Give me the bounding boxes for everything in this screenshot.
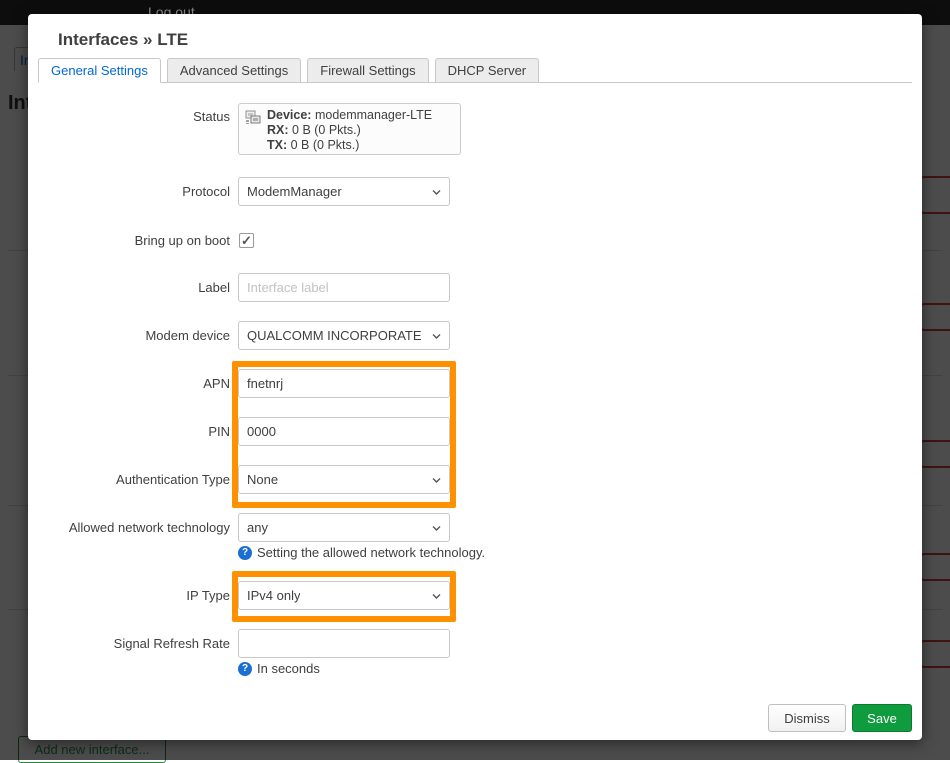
pin-label: PIN	[28, 424, 230, 439]
pin-input[interactable]	[238, 417, 450, 446]
status-tx-line: TX: 0 B (0 Pkts.)	[267, 138, 454, 153]
tx-key: TX:	[267, 138, 287, 152]
ip-type-select[interactable]: IPv4 only	[238, 581, 450, 610]
bring-up-checkbox[interactable]	[239, 233, 254, 248]
device-key: Device:	[267, 108, 311, 122]
status-rx-line: RX: 0 B (0 Pkts.)	[267, 123, 454, 138]
tx-value: 0 B (0 Pkts.)	[291, 138, 360, 152]
dialog-title: Interfaces » LTE	[58, 30, 188, 50]
modem-device-label: Modem device	[28, 328, 230, 343]
network-technology-help: Setting the allowed network technology.	[238, 545, 485, 560]
interface-edit-dialog: Interfaces » LTE General Settings Advanc…	[28, 14, 922, 740]
network-technology-label: Allowed network technology	[28, 520, 230, 535]
status-device-line: Device: modemmanager-LTE	[267, 108, 454, 123]
bring-up-on-boot-label: Bring up on boot	[28, 233, 230, 248]
help-text: Setting the allowed network technology.	[257, 545, 485, 560]
ip-type-value: IPv4 only	[247, 588, 300, 603]
signal-refresh-rate-help: In seconds	[238, 661, 320, 676]
chevron-down-icon	[431, 522, 442, 533]
modem-device-value: QUALCOMM INCORPORATE	[247, 328, 422, 343]
apn-input[interactable]	[238, 369, 450, 398]
interface-label-label: Label	[28, 280, 230, 295]
signal-refresh-rate-input[interactable]	[238, 629, 450, 658]
device-value: modemmanager-LTE	[315, 108, 432, 122]
ip-type-label: IP Type	[28, 588, 230, 603]
chevron-down-icon	[431, 330, 442, 341]
status-label: Status	[28, 109, 230, 124]
rx-key: RX:	[267, 123, 289, 137]
help-icon	[238, 546, 252, 560]
help-icon	[238, 662, 252, 676]
authentication-type-select[interactable]: None	[238, 465, 450, 494]
interface-label-input[interactable]	[238, 273, 450, 302]
signal-refresh-rate-label: Signal Refresh Rate	[28, 636, 230, 651]
network-technology-value: any	[247, 520, 268, 535]
protocol-select[interactable]: ModemManager	[238, 177, 450, 206]
rx-value: 0 B (0 Pkts.)	[292, 123, 361, 137]
protocol-label: Protocol	[28, 184, 230, 199]
help-text: In seconds	[257, 661, 320, 676]
chevron-down-icon	[431, 590, 442, 601]
apn-label: APN	[28, 376, 230, 391]
modem-device-select[interactable]: QUALCOMM INCORPORATE	[238, 321, 450, 350]
status-box: Device: modemmanager-LTE RX: 0 B (0 Pkts…	[238, 103, 461, 155]
tab-general-settings[interactable]: General Settings	[38, 58, 161, 83]
dialog-tabs: General Settings Advanced Settings Firew…	[38, 58, 539, 83]
network-technology-select[interactable]: any	[238, 513, 450, 542]
network-device-icon	[245, 110, 261, 126]
tab-firewall-settings[interactable]: Firewall Settings	[307, 58, 428, 83]
authentication-type-value: None	[247, 472, 278, 487]
save-button[interactable]: Save	[852, 704, 912, 732]
dismiss-button[interactable]: Dismiss	[768, 704, 846, 732]
tab-dhcp-server[interactable]: DHCP Server	[435, 58, 540, 83]
protocol-value: ModemManager	[247, 184, 342, 199]
authentication-type-label: Authentication Type	[28, 472, 230, 487]
chevron-down-icon	[431, 186, 442, 197]
tab-advanced-settings[interactable]: Advanced Settings	[167, 58, 301, 83]
chevron-down-icon	[431, 474, 442, 485]
